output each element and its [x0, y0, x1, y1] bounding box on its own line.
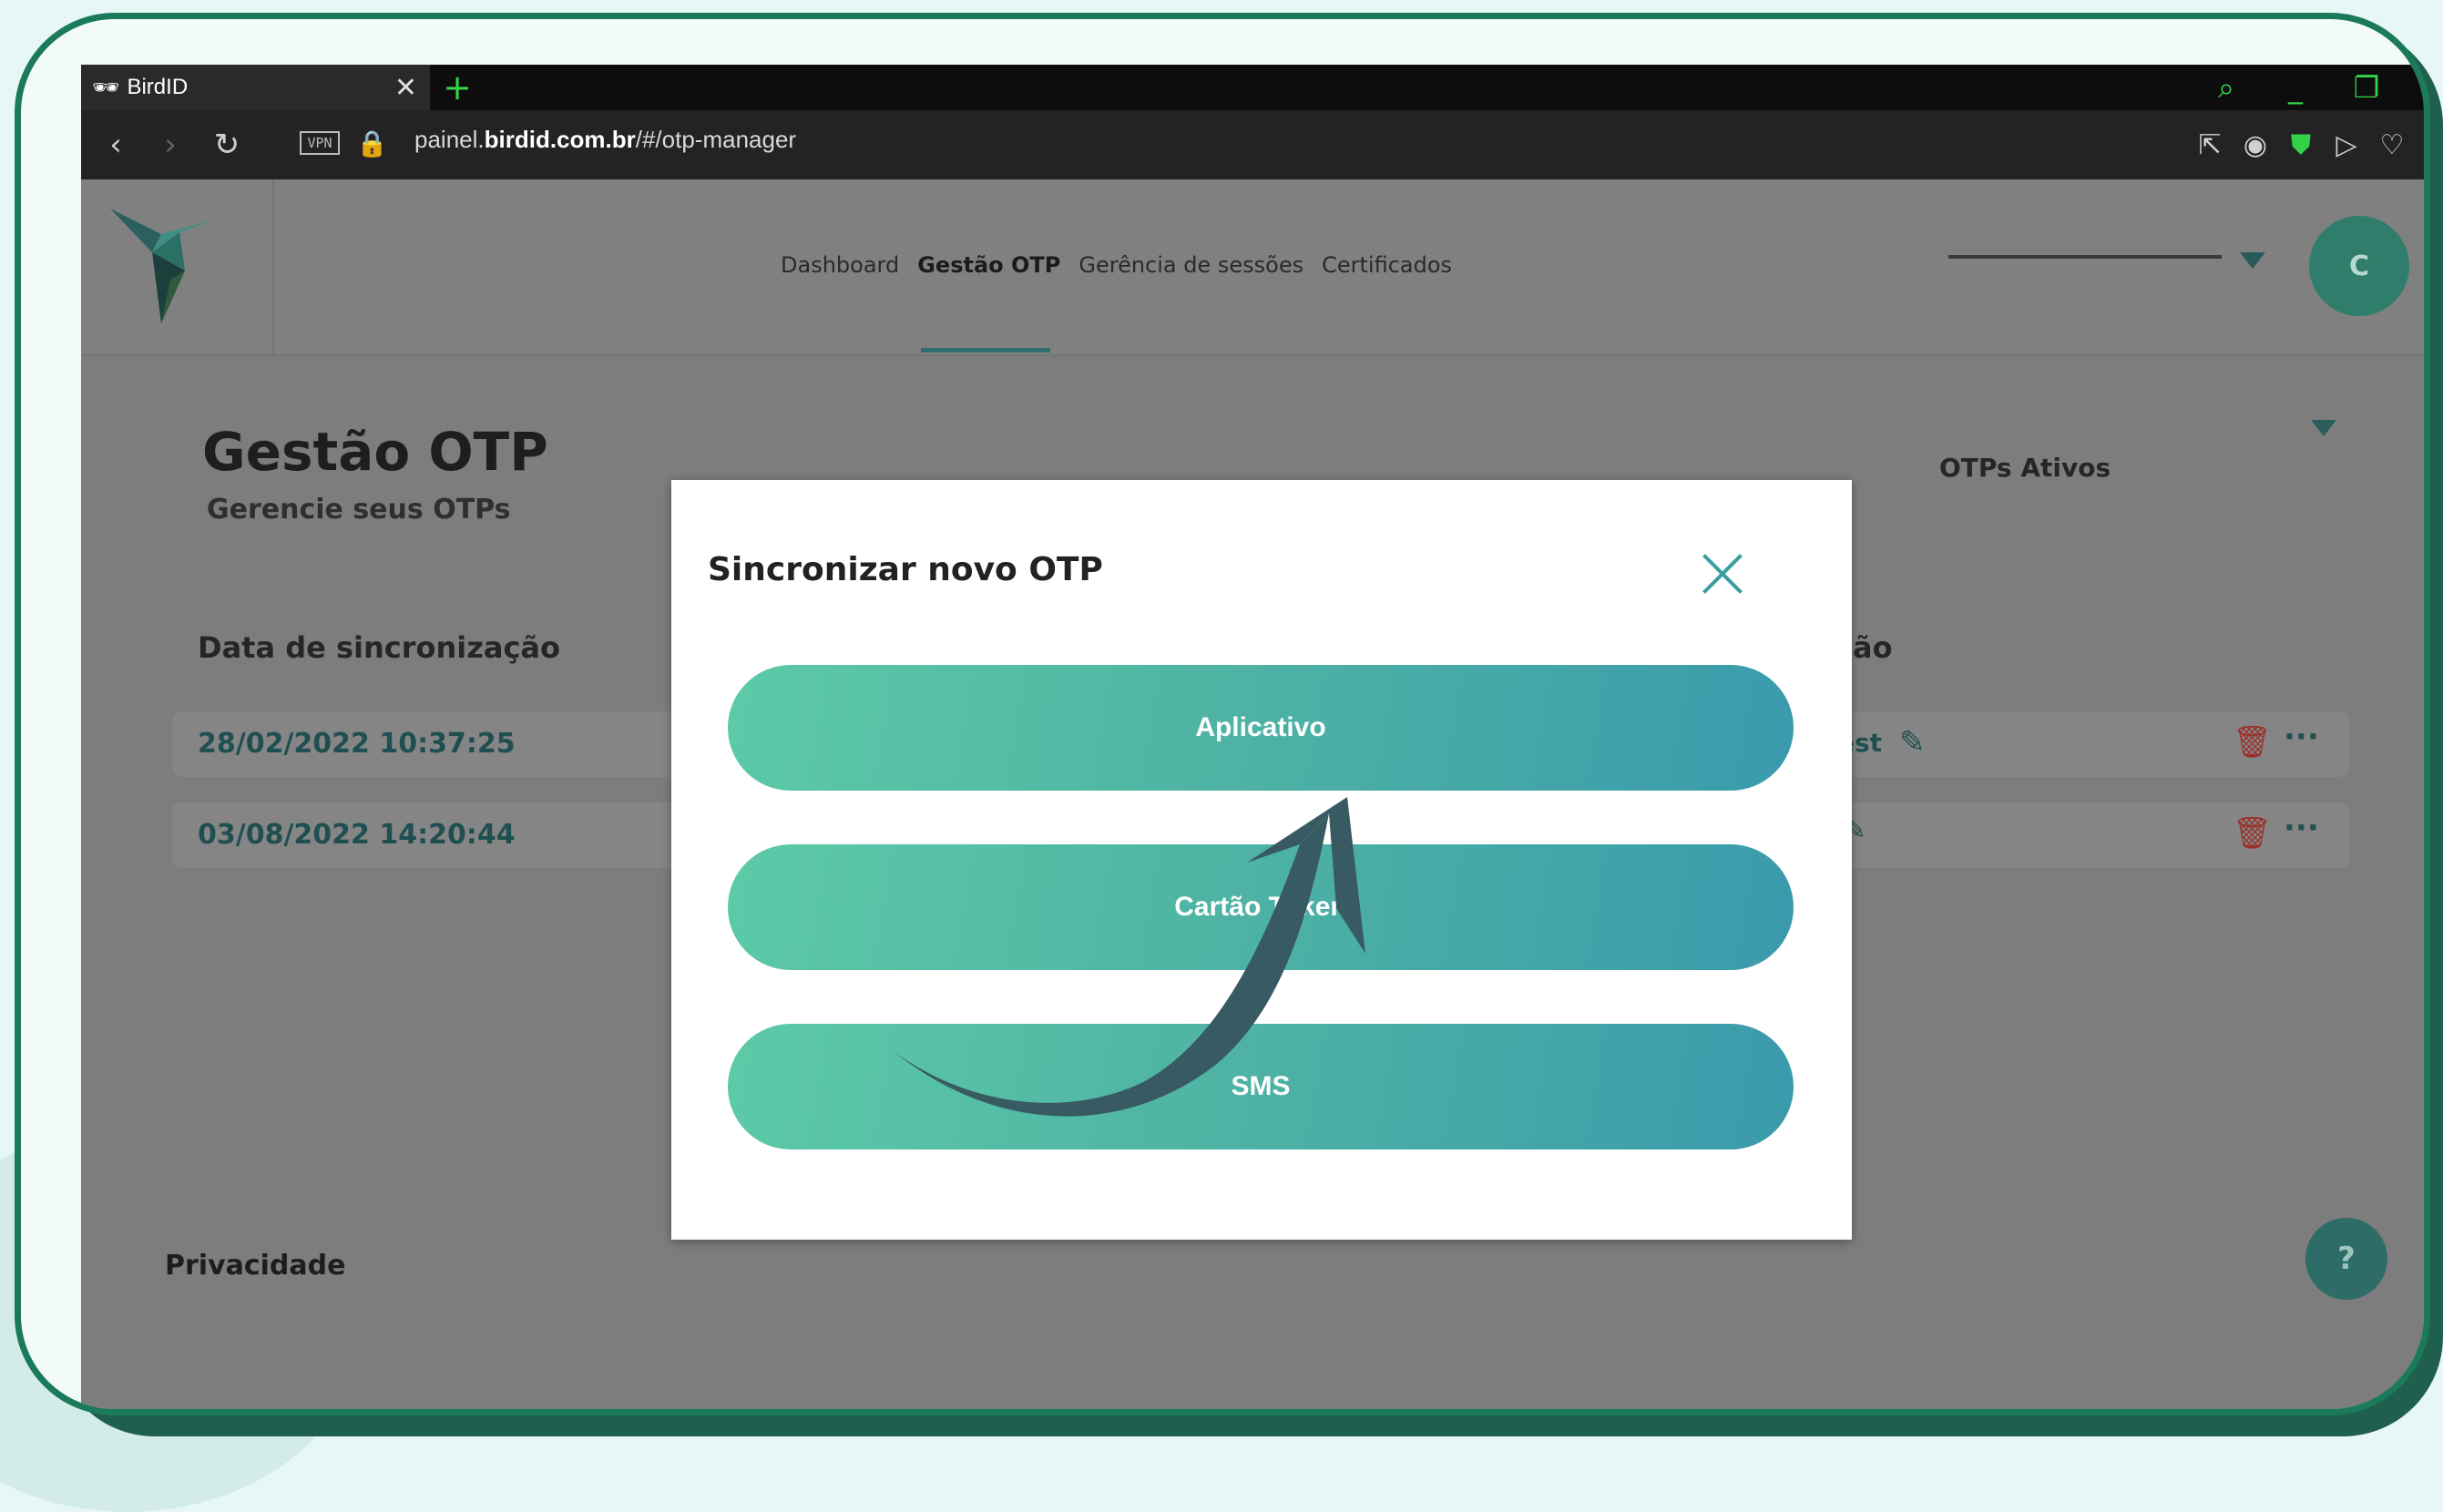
nav-certificados[interactable]: Certificados — [1322, 252, 1452, 278]
browser-titlebar: 🕶 BirdID ✕ + ⌕ _ ❐ ✕ — [81, 65, 2424, 110]
help-button[interactable]: ? — [2305, 1218, 2387, 1300]
browser-tab[interactable]: 🕶 BirdID ✕ — [81, 65, 430, 110]
filter-select-value[interactable]: OTPs Ativos — [1939, 453, 2111, 483]
minimize-icon[interactable]: _ — [2264, 65, 2327, 110]
modal-title: Sincronizar novo OTP — [708, 551, 1103, 588]
new-tab-button[interactable]: + — [434, 65, 480, 110]
close-tab-icon[interactable]: ✕ — [394, 72, 417, 104]
url-text[interactable]: painel.birdid.com.br/#/otp-manager — [414, 126, 796, 154]
more-options-icon[interactable]: ··· — [2284, 719, 2319, 755]
tab-title: BirdID — [127, 75, 189, 99]
page-subtitle: Gerencie seus OTPs — [207, 494, 511, 526]
close-icon[interactable] — [1701, 551, 1746, 597]
incognito-icon: 🕶 — [92, 75, 120, 100]
bird-logo-icon[interactable] — [107, 198, 243, 334]
reload-icon[interactable]: ↻ — [201, 110, 252, 179]
active-nav-underline — [921, 348, 1050, 352]
option-sms-button[interactable]: SMS — [728, 1024, 1794, 1149]
privacy-link[interactable]: Privacidade — [165, 1250, 345, 1282]
filter-caret-icon[interactable] — [2311, 420, 2336, 436]
row-date: 28/02/2022 10:37:25 — [198, 728, 516, 760]
more-options-icon[interactable]: ··· — [2284, 810, 2319, 846]
site-header: Dashboard Gestão OTP Gerência de sessões… — [81, 179, 2424, 356]
camera-icon[interactable]: ◉ — [2233, 110, 2278, 179]
forward-icon[interactable]: › — [145, 110, 196, 179]
nav-dashboard[interactable]: Dashboard — [781, 252, 899, 278]
user-name-redacted[interactable] — [1948, 249, 2222, 265]
trash-icon[interactable]: 🗑 — [2233, 815, 2272, 852]
header-divider — [272, 179, 274, 354]
shield-icon[interactable]: ⛊ — [2278, 110, 2324, 179]
restore-icon[interactable]: ❐ — [2335, 65, 2398, 110]
screenshot-frame: 🕶 BirdID ✕ + ⌕ _ ❐ ✕ ‹ › ↻ VPN 🔒 painel.… — [15, 13, 2430, 1415]
nav-gestao-otp[interactable]: Gestão OTP — [917, 252, 1060, 278]
main-nav: Dashboard Gestão OTP Gerência de sessões… — [781, 252, 1452, 278]
option-cartao-token-button[interactable]: Cartão Token — [728, 844, 1794, 970]
page-title: Gestão OTP — [202, 421, 548, 483]
user-menu-caret-icon[interactable] — [2240, 252, 2265, 269]
trash-icon[interactable]: 🗑 — [2233, 724, 2272, 761]
web-page: Dashboard Gestão OTP Gerência de sessões… — [81, 179, 2424, 1409]
search-icon[interactable]: ⌕ — [2194, 65, 2258, 110]
share-icon[interactable]: ⇱ — [2187, 110, 2233, 179]
avatar[interactable]: C — [2309, 216, 2409, 316]
edit-pencil-icon[interactable]: ✎ — [1899, 724, 1926, 761]
column-header-date: Data de sincronização — [198, 630, 560, 665]
back-icon[interactable]: ‹ — [90, 110, 141, 179]
browser-window: 🕶 BirdID ✕ + ⌕ _ ❐ ✕ ‹ › ↻ VPN 🔒 painel.… — [81, 65, 2424, 1409]
sync-otp-modal: Sincronizar novo OTP Aplicativo Cartão T… — [671, 480, 1852, 1240]
send-icon[interactable]: ▷ — [2324, 110, 2369, 179]
lock-icon[interactable]: 🔒 — [356, 128, 388, 158]
option-aplicativo-button[interactable]: Aplicativo — [728, 665, 1794, 791]
menu-icon[interactable]: ☰ — [2418, 110, 2424, 179]
vpn-badge[interactable]: VPN — [300, 131, 340, 155]
row-date: 03/08/2022 14:20:44 — [198, 819, 516, 851]
nav-gerencia-sessoes[interactable]: Gerência de sessões — [1078, 252, 1303, 278]
heart-icon[interactable]: ♡ — [2369, 110, 2415, 179]
